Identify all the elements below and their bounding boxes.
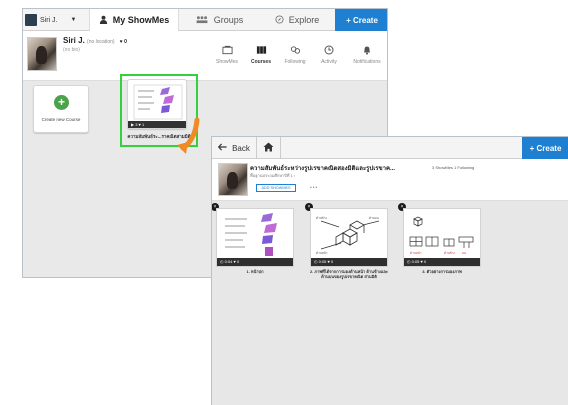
- person-icon: [99, 15, 108, 26]
- create-button-label: + Create: [346, 15, 378, 25]
- back-button[interactable]: Back: [212, 137, 257, 159]
- showme-card-1[interactable]: ◴ 0:04 ♥ 0: [216, 208, 294, 267]
- user-name: Siri J.: [40, 16, 58, 24]
- showme-card-2[interactable]: ด้านข้าง ด้านบน ด้านหน้า ◴ 0:05 ♥ 0: [310, 208, 388, 267]
- showme-3-stats: ◴ 0:05 ♥ 0: [404, 258, 480, 266]
- tab-groups-label: Groups: [213, 15, 244, 25]
- profile-name: Siri J. (no location) ♥ 0: [63, 36, 127, 45]
- tab-groups[interactable]: Groups: [179, 9, 259, 31]
- profile-avatar: [27, 37, 57, 71]
- showme-2-stats: ◴ 0:05 ♥ 0: [311, 258, 387, 266]
- back-arrow-icon: [218, 143, 227, 153]
- group-icon: [195, 15, 209, 26]
- nav-showmes[interactable]: ShowMes: [211, 45, 243, 65]
- tab-my-showmes-label: My ShowMes: [112, 15, 170, 25]
- more-options-icon[interactable]: •••: [310, 185, 318, 191]
- svg-text:บน: บน: [462, 251, 466, 255]
- showme-1-stats: ◴ 0:04 ♥ 0: [217, 258, 293, 266]
- user-avatar: [25, 14, 37, 26]
- nav-activity-label: Activity: [321, 59, 337, 65]
- nav-activity[interactable]: Activity: [313, 45, 345, 65]
- course-header: ความสัมพันธ์ระหว่างรูปเรขาคณิตสองมิติและ…: [212, 159, 568, 201]
- course-owner-avatar: [218, 163, 248, 196]
- nav-following-label: Following: [284, 59, 306, 65]
- profile-name-text: Siri J.: [63, 36, 85, 45]
- nav-showmes-label: ShowMes: [216, 59, 238, 65]
- svg-text:ด้านหน้า: ด้านหน้า: [410, 251, 422, 255]
- compass-icon: [275, 14, 284, 26]
- following-icon: [279, 45, 311, 59]
- svg-text:ด้านข้าง: ด้านข้าง: [316, 216, 327, 220]
- nav-courses-label: Courses: [250, 59, 271, 65]
- activity-icon: [313, 45, 345, 59]
- showme-card-3[interactable]: ด้านหน้า ด้านข้าง บน ◴ 0:05 ♥ 0: [403, 208, 481, 267]
- create-course-card[interactable]: + Create new Course: [33, 85, 89, 133]
- course-subtitle[interactable]: พื้นฐานประถมศึกษาปีที่ 1 ›: [250, 172, 295, 179]
- bell-icon: [351, 45, 383, 59]
- showme-3-thumbnail: ด้านหน้า ด้านข้าง บน: [406, 211, 478, 258]
- profile-header: Siri J. (no location) ♥ 0 (no bio) ShowM…: [23, 31, 387, 81]
- svg-text:ด้านบน: ด้านบน: [369, 216, 379, 220]
- showmes-icon: [211, 45, 243, 59]
- course-thumbnail: [132, 83, 184, 121]
- courses-icon: [245, 45, 277, 59]
- user-menu[interactable]: Siri J. ▼: [25, 11, 89, 29]
- add-showmes-button[interactable]: ADD SHOWMES: [256, 184, 296, 192]
- home-icon: [263, 141, 274, 155]
- showme-2-thumbnail: ด้านข้าง ด้านบน ด้านหน้า: [313, 211, 385, 258]
- nav-following[interactable]: Following: [279, 45, 311, 65]
- showme-1-thumbnail: [219, 211, 291, 258]
- plus-icon: +: [54, 95, 69, 110]
- profile-location: (no location): [87, 39, 115, 45]
- tab-my-showmes[interactable]: My ShowMes: [89, 9, 179, 31]
- course-top-bar: Back + Create: [212, 137, 568, 159]
- course-detail-window: Back + Create ความสัมพันธ์ระหว่างรูปเรขา…: [211, 136, 568, 405]
- nav-courses[interactable]: Courses: [245, 45, 277, 65]
- top-navigation-bar: Siri J. ▼ My ShowMes Groups Explore + Cr…: [23, 9, 387, 31]
- profile-likes-count: ♥ 0: [119, 39, 127, 45]
- create-course-label: Create new Course: [41, 117, 81, 122]
- chevron-down-icon: ▼: [70, 17, 77, 23]
- create-button[interactable]: + Create: [335, 9, 387, 31]
- profile-bio: (no bio): [63, 47, 80, 53]
- home-button[interactable]: [257, 137, 281, 159]
- create-button-2-label: + Create: [529, 143, 562, 153]
- create-button-2[interactable]: + Create: [522, 137, 568, 159]
- nav-notifications[interactable]: Notifications: [351, 45, 383, 65]
- tab-explore[interactable]: Explore: [259, 9, 335, 31]
- back-button-label: Back: [232, 143, 250, 153]
- svg-text:ด้านหน้า: ด้านหน้า: [316, 251, 328, 255]
- showme-2-caption[interactable]: 2. ภาพที่ได้จากการมองด้านหน้า ด้านข้างแล…: [309, 269, 389, 279]
- nav-notifications-label: Notifications: [353, 59, 381, 65]
- showme-3-caption[interactable]: 3. ตัวอย่างการมองภาพ: [402, 269, 482, 274]
- course-stats: 3 ShowMes 1 Following: [432, 165, 475, 170]
- showme-1-caption[interactable]: 1. หน้าปก: [215, 269, 295, 274]
- svg-text:ด้านข้าง: ด้านข้าง: [444, 251, 455, 255]
- tab-explore-label: Explore: [288, 15, 320, 25]
